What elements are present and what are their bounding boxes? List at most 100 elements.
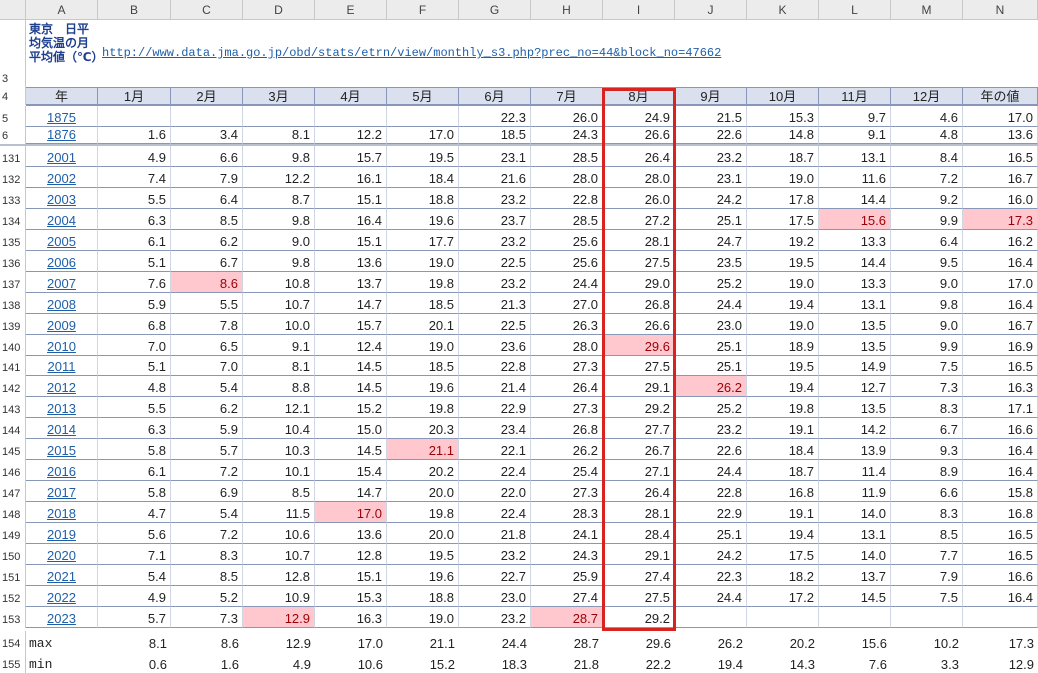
data-cell[interactable]: 16.5 <box>963 356 1038 376</box>
data-cell[interactable]: 22.5 <box>459 314 531 335</box>
data-cell[interactable]: 4.9 <box>98 146 171 167</box>
data-cell[interactable]: 22.4 <box>459 460 531 481</box>
row-header[interactable]: 154 <box>0 631 26 652</box>
data-cell[interactable]: 23.0 <box>675 314 747 335</box>
data-cell[interactable]: 8.1 <box>243 356 315 376</box>
header-cell[interactable]: 1月 <box>98 87 171 106</box>
data-cell[interactable]: 19.6 <box>387 209 459 230</box>
data-cell[interactable]: 23.2 <box>675 418 747 439</box>
row-header[interactable]: 148 <box>0 502 26 523</box>
data-cell[interactable]: 16.4 <box>963 586 1038 607</box>
data-cell[interactable]: 22.6 <box>675 127 747 144</box>
data-cell[interactable]: 19.4 <box>747 293 819 314</box>
data-cell[interactable]: 27.4 <box>603 565 675 586</box>
data-cell[interactable]: 9.1 <box>819 127 891 144</box>
data-cell[interactable]: 19.6 <box>387 376 459 397</box>
data-cell[interactable]: 10.6 <box>243 523 315 544</box>
row-header[interactable]: 153 <box>0 607 26 628</box>
year-link[interactable]: 2016 <box>26 460 98 481</box>
column-header-H[interactable]: H <box>531 0 603 20</box>
data-cell[interactable]: 7.4 <box>98 167 171 188</box>
year-link[interactable]: 1875 <box>26 106 98 127</box>
data-cell[interactable]: 6.6 <box>891 481 963 502</box>
data-cell[interactable]: 15.1 <box>315 188 387 209</box>
row-header[interactable]: 145 <box>0 439 26 460</box>
year-link[interactable]: 2003 <box>26 188 98 209</box>
data-cell[interactable]: 5.6 <box>98 523 171 544</box>
data-cell[interactable]: 16.1 <box>315 167 387 188</box>
data-cell[interactable]: 22.3 <box>459 106 531 127</box>
data-cell[interactable]: 21.3 <box>459 293 531 314</box>
stat-cell[interactable]: 19.4 <box>675 652 747 673</box>
data-cell[interactable]: 9.0 <box>243 230 315 251</box>
data-cell[interactable]: 7.2 <box>891 167 963 188</box>
data-cell[interactable]: 15.0 <box>315 418 387 439</box>
data-cell[interactable]: 28.0 <box>603 167 675 188</box>
data-cell[interactable]: 7.0 <box>171 356 243 376</box>
data-cell[interactable]: 13.3 <box>819 230 891 251</box>
data-cell[interactable]: 18.8 <box>387 586 459 607</box>
data-cell[interactable]: 7.0 <box>98 335 171 356</box>
data-cell[interactable]: 24.1 <box>531 523 603 544</box>
data-cell[interactable]: 7.5 <box>891 586 963 607</box>
column-header-G[interactable]: G <box>459 0 531 20</box>
data-cell[interactable]: 6.9 <box>171 481 243 502</box>
column-header-J[interactable]: J <box>675 0 747 20</box>
data-cell[interactable]: 10.7 <box>243 293 315 314</box>
data-cell[interactable]: 26.4 <box>603 481 675 502</box>
year-link[interactable]: 2015 <box>26 439 98 460</box>
row-header[interactable]: 140 <box>0 335 26 356</box>
data-cell[interactable]: 19.1 <box>747 418 819 439</box>
data-cell[interactable]: 8.4 <box>891 146 963 167</box>
data-cell[interactable]: 22.8 <box>675 481 747 502</box>
data-cell[interactable]: 20.2 <box>387 460 459 481</box>
data-cell[interactable]: 28.5 <box>531 209 603 230</box>
data-cell[interactable]: 19.1 <box>747 502 819 523</box>
data-cell[interactable]: 19.0 <box>387 335 459 356</box>
column-header-D[interactable]: D <box>243 0 315 20</box>
data-cell[interactable]: 11.4 <box>819 460 891 481</box>
stat-cell[interactable]: 20.2 <box>747 631 819 652</box>
data-cell[interactable]: 18.2 <box>747 565 819 586</box>
year-link[interactable]: 2011 <box>26 356 98 376</box>
data-cell[interactable]: 14.7 <box>315 293 387 314</box>
column-header-M[interactable]: M <box>891 0 963 20</box>
data-cell[interactable]: 12.9 <box>243 607 315 628</box>
data-cell[interactable]: 8.9 <box>891 460 963 481</box>
data-cell[interactable]: 18.8 <box>387 188 459 209</box>
data-cell[interactable]: 26.8 <box>531 418 603 439</box>
data-cell[interactable]: 16.4 <box>963 460 1038 481</box>
data-cell[interactable]: 14.4 <box>819 188 891 209</box>
data-cell[interactable]: 15.1 <box>315 565 387 586</box>
source-url-link[interactable]: http://www.data.jma.go.jp/obd/stats/etrn… <box>102 46 721 60</box>
header-cell[interactable]: 5月 <box>387 87 459 106</box>
data-cell[interactable]: 9.8 <box>243 251 315 272</box>
data-cell[interactable]: 16.6 <box>963 565 1038 586</box>
row-header[interactable]: 149 <box>0 523 26 544</box>
data-cell[interactable]: 23.0 <box>459 586 531 607</box>
data-cell[interactable]: 9.5 <box>891 251 963 272</box>
stat-cell[interactable]: 17.0 <box>315 631 387 652</box>
data-cell[interactable]: 19.0 <box>747 314 819 335</box>
data-cell[interactable]: 24.3 <box>531 127 603 144</box>
data-cell[interactable]: 12.1 <box>243 397 315 418</box>
data-cell[interactable] <box>315 106 387 127</box>
data-cell[interactable]: 24.9 <box>603 106 675 127</box>
data-cell[interactable]: 29.1 <box>603 544 675 565</box>
column-header-F[interactable]: F <box>387 0 459 20</box>
column-header-E[interactable]: E <box>315 0 387 20</box>
data-cell[interactable]: 26.8 <box>603 293 675 314</box>
stat-cell[interactable]: 21.1 <box>387 631 459 652</box>
year-link[interactable]: 2019 <box>26 523 98 544</box>
data-cell[interactable]: 9.8 <box>243 146 315 167</box>
year-link[interactable]: 2017 <box>26 481 98 502</box>
data-cell[interactable]: 6.1 <box>98 230 171 251</box>
data-cell[interactable]: 27.5 <box>603 586 675 607</box>
data-cell[interactable]: 12.2 <box>243 167 315 188</box>
data-cell[interactable]: 19.8 <box>387 272 459 293</box>
year-link[interactable]: 2018 <box>26 502 98 523</box>
data-cell[interactable]: 13.9 <box>819 439 891 460</box>
data-cell[interactable]: 24.3 <box>531 544 603 565</box>
data-cell[interactable]: 29.6 <box>603 335 675 356</box>
data-cell[interactable]: 16.6 <box>963 418 1038 439</box>
